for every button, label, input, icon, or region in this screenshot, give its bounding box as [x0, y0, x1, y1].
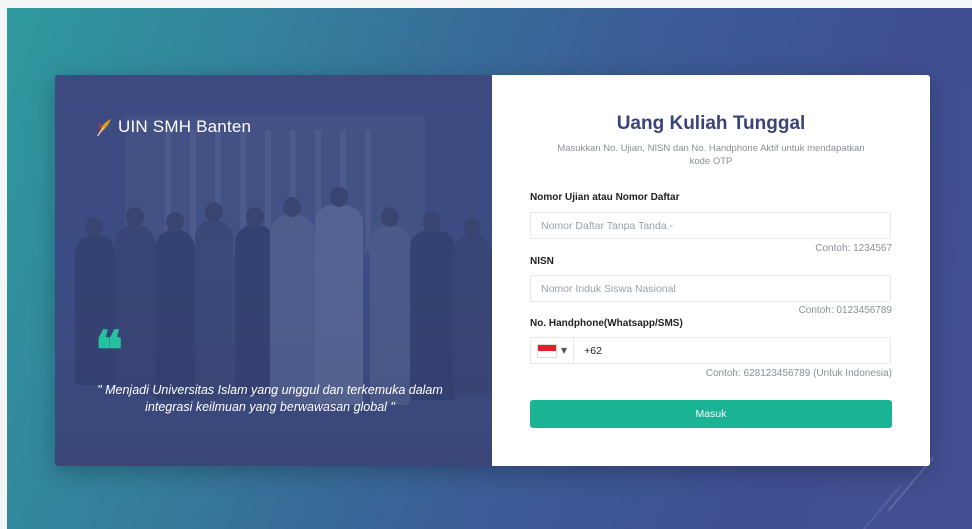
background-streak	[860, 485, 902, 529]
nisn-label: NISN	[530, 256, 554, 267]
exam-number-hint: Contoh: 1234567	[815, 243, 892, 254]
chevron-down-icon: ▼	[561, 346, 568, 355]
brand-logo: UIN SMH Banten	[95, 117, 251, 137]
exam-number-label: Nomor Ujian atau Nomor Daftar	[530, 192, 680, 203]
phone-hint: Contoh: 628123456789 (Untuk Indonesia)	[705, 368, 892, 379]
feather-logo-icon	[97, 118, 112, 137]
exam-number-input[interactable]	[530, 212, 891, 239]
nisn-input[interactable]	[530, 275, 891, 302]
vision-quote: " Menjadi Universitas Islam yang unggul …	[97, 383, 443, 414]
login-button[interactable]: Masuk	[530, 400, 892, 428]
form-panel: Uang Kuliah Tunggal Masukkan No. Ujian, …	[492, 75, 930, 466]
phone-field: ▼	[530, 337, 891, 364]
country-code-dropdown[interactable]: ▼	[531, 338, 575, 363]
hero-panel: UIN SMH Banten ❝ " Menjadi Universitas I…	[55, 75, 492, 466]
form-subtitle: Masukkan No. Ujian, NISN dan No. Handpho…	[557, 143, 865, 167]
login-card: UIN SMH Banten ❝ " Menjadi Universitas I…	[55, 75, 930, 466]
indonesia-flag-icon	[537, 343, 557, 358]
phone-input[interactable]	[574, 338, 890, 363]
quote-icon: ❝	[95, 320, 123, 381]
phone-label: No. Handphone(Whatsapp/SMS)	[530, 318, 683, 329]
brand-name: UIN SMH Banten	[118, 117, 252, 136]
nisn-hint: Contoh: 0123456789	[798, 305, 892, 316]
page-title: Uang Kuliah Tunggal	[616, 113, 806, 134]
